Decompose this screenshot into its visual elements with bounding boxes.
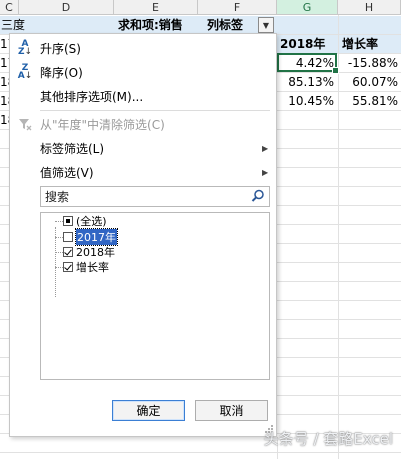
search-box[interactable] [40, 186, 270, 207]
column-header-f[interactable]: F [198, 0, 277, 15]
filter-item-2017[interactable]: 2017年 [63, 228, 118, 246]
pivot-header-band [0, 16, 401, 34]
active-cell-outline [277, 53, 339, 74]
menu-label: 从"年度"中清除筛选(C) [40, 117, 165, 132]
filter-item-2018[interactable]: 2018年 [63, 245, 115, 259]
item-checkbox[interactable] [63, 232, 73, 242]
menu-label: 其他排序选项(M)... [40, 89, 144, 104]
watermark: 头条号 / 套路Excel [263, 430, 393, 448]
menu-separator [40, 110, 270, 111]
cancel-button[interactable]: 取消 [195, 400, 268, 421]
select-all-checkbox[interactable] [63, 216, 73, 226]
cell-g-value[interactable]: 10.45% [277, 92, 334, 110]
cell-g-value[interactable]: 85.13% [277, 73, 334, 91]
column-header-d[interactable]: D [19, 0, 114, 15]
menu-label: 降序(O) [40, 65, 83, 80]
col-growth-header: 增长率 [342, 37, 379, 51]
item-label: 2017年 [75, 228, 118, 246]
column-header-h[interactable]: H [338, 0, 401, 15]
item-checkbox[interactable] [63, 247, 73, 257]
value-filter-item[interactable]: 值筛选(V) ▶ [10, 160, 276, 184]
filter-item-growth[interactable]: 增长率 [63, 260, 109, 274]
cell-h-value[interactable]: 60.07% [338, 73, 398, 91]
select-all-label: (全选) [76, 215, 107, 228]
pivot-row-field-label: 三度 [1, 18, 26, 32]
sort-ascending-item[interactable]: A Z↓ 升序(S) [10, 36, 276, 60]
tree-connector [55, 252, 63, 253]
triangle-down-icon: ▼ [262, 20, 270, 30]
menu-label: 升序(S) [40, 41, 81, 56]
pivot-column-label: 列标签 [207, 18, 244, 32]
item-label: 增长率 [76, 261, 109, 274]
gridline [0, 452, 401, 453]
menu-label: 值筛选(V) [40, 165, 94, 180]
tree-connector [55, 237, 63, 238]
menu-label: 标签筛选(L) [40, 141, 105, 156]
item-label: 2018年 [76, 246, 115, 259]
sort-descending-item[interactable]: Z A↓ 降序(O) [10, 60, 276, 84]
search-icon[interactable] [251, 189, 265, 203]
col-2018-header: 2018年 [280, 37, 326, 51]
more-sort-options-item[interactable]: 其他排序选项(M)... [10, 84, 276, 108]
clear-filter-icon [19, 119, 32, 131]
sort-descending-icon: Z A↓ [17, 63, 33, 81]
column-header-g[interactable]: G [277, 0, 338, 15]
filter-values-list[interactable]: (全选) 2017年 2018年 增长率 [40, 212, 270, 380]
filter-dropdown-button[interactable]: ▼ [258, 17, 274, 33]
sort-ascending-icon: A Z↓ [17, 39, 33, 57]
cell-h-value[interactable]: 55.81% [338, 92, 398, 110]
tree-connector [55, 221, 63, 222]
column-header-c[interactable]: C [0, 0, 19, 15]
item-checkbox[interactable] [63, 262, 73, 272]
label-filter-item[interactable]: 标签筛选(L) ▶ [10, 136, 276, 160]
column-header-e[interactable]: E [114, 0, 198, 15]
filter-menu: A Z↓ 升序(S) Z A↓ 降序(O) 其他排序选项(M)... 从"年度"中清… [9, 33, 277, 437]
tree-connector [55, 267, 63, 268]
submenu-arrow-icon: ▶ [262, 167, 269, 177]
pivot-value-label: 求和项:销售 [118, 18, 183, 32]
select-all-row[interactable]: (全选) [63, 214, 107, 228]
clear-filter-item[interactable]: 从"年度"中清除筛选(C) [10, 112, 276, 136]
ok-button[interactable]: 确定 [112, 400, 185, 421]
submenu-arrow-icon: ▶ [262, 143, 269, 153]
cell-h-value[interactable]: -15.88% [338, 54, 398, 72]
search-input[interactable] [43, 188, 243, 205]
